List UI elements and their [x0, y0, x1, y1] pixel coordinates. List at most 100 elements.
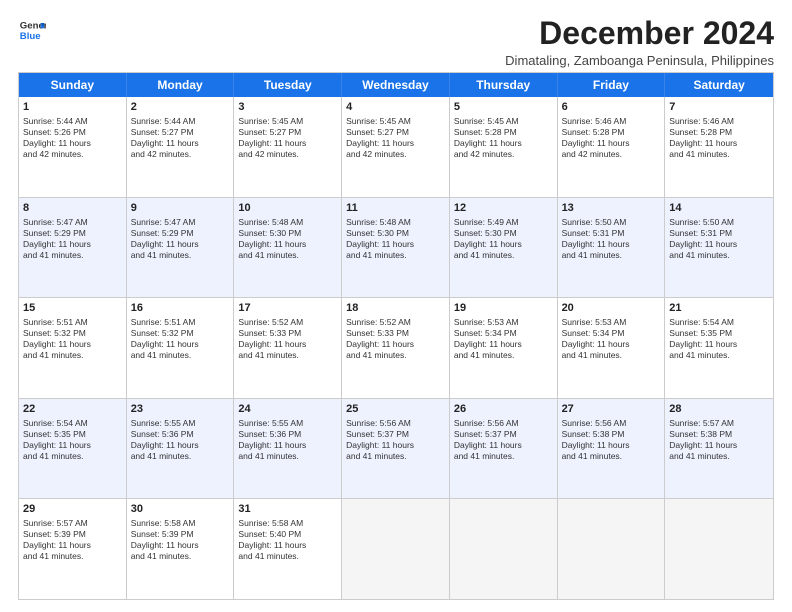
minutes-text: and 41 minutes.: [238, 250, 337, 261]
header: General Blue December 2024 Dimataling, Z…: [18, 16, 774, 68]
header-monday: Monday: [127, 73, 235, 97]
cal-cell-r2-c3: 18Sunrise: 5:52 AMSunset: 5:33 PMDayligh…: [342, 298, 450, 398]
day-number: 17: [238, 301, 337, 316]
minutes-text: and 41 minutes.: [238, 350, 337, 361]
minutes-text: and 41 minutes.: [346, 350, 445, 361]
daylight-text: Daylight: 11 hours: [238, 339, 337, 350]
daylight-text: Daylight: 11 hours: [669, 440, 769, 451]
day-number: 22: [23, 402, 122, 417]
minutes-text: and 41 minutes.: [238, 451, 337, 462]
cal-cell-r0-c1: 2Sunrise: 5:44 AMSunset: 5:27 PMDaylight…: [127, 97, 235, 197]
cal-cell-r3-c4: 26Sunrise: 5:56 AMSunset: 5:37 PMDayligh…: [450, 399, 558, 499]
cal-row-2: 15Sunrise: 5:51 AMSunset: 5:32 PMDayligh…: [19, 298, 773, 399]
sunset-text: Sunset: 5:29 PM: [131, 228, 230, 239]
daylight-text: Daylight: 11 hours: [562, 339, 661, 350]
minutes-text: and 41 minutes.: [669, 149, 769, 160]
day-number: 2: [131, 100, 230, 115]
sunrise-text: Sunrise: 5:52 AM: [346, 317, 445, 328]
day-number: 12: [454, 201, 553, 216]
title-block: December 2024 Dimataling, Zamboanga Peni…: [505, 16, 774, 68]
day-number: 23: [131, 402, 230, 417]
sunrise-text: Sunrise: 5:52 AM: [238, 317, 337, 328]
day-number: 10: [238, 201, 337, 216]
daylight-text: Daylight: 11 hours: [669, 239, 769, 250]
cal-cell-r4-c4: [450, 499, 558, 599]
minutes-text: and 42 minutes.: [562, 149, 661, 160]
cal-cell-r4-c1: 30Sunrise: 5:58 AMSunset: 5:39 PMDayligh…: [127, 499, 235, 599]
sunset-text: Sunset: 5:37 PM: [346, 429, 445, 440]
cal-row-4: 29Sunrise: 5:57 AMSunset: 5:39 PMDayligh…: [19, 499, 773, 599]
daylight-text: Daylight: 11 hours: [238, 138, 337, 149]
cal-cell-r2-c4: 19Sunrise: 5:53 AMSunset: 5:34 PMDayligh…: [450, 298, 558, 398]
header-wednesday: Wednesday: [342, 73, 450, 97]
sunset-text: Sunset: 5:28 PM: [454, 127, 553, 138]
sunrise-text: Sunrise: 5:55 AM: [131, 418, 230, 429]
sunset-text: Sunset: 5:36 PM: [238, 429, 337, 440]
minutes-text: and 41 minutes.: [454, 350, 553, 361]
minutes-text: and 42 minutes.: [454, 149, 553, 160]
sunset-text: Sunset: 5:31 PM: [669, 228, 769, 239]
sunrise-text: Sunrise: 5:50 AM: [669, 217, 769, 228]
cal-cell-r3-c3: 25Sunrise: 5:56 AMSunset: 5:37 PMDayligh…: [342, 399, 450, 499]
cal-cell-r2-c5: 20Sunrise: 5:53 AMSunset: 5:34 PMDayligh…: [558, 298, 666, 398]
day-number: 28: [669, 402, 769, 417]
day-number: 6: [562, 100, 661, 115]
day-number: 18: [346, 301, 445, 316]
sunset-text: Sunset: 5:36 PM: [131, 429, 230, 440]
sunrise-text: Sunrise: 5:47 AM: [23, 217, 122, 228]
sunset-text: Sunset: 5:28 PM: [562, 127, 661, 138]
day-number: 11: [346, 201, 445, 216]
daylight-text: Daylight: 11 hours: [238, 239, 337, 250]
day-number: 7: [669, 100, 769, 115]
day-number: 4: [346, 100, 445, 115]
day-number: 3: [238, 100, 337, 115]
sunset-text: Sunset: 5:35 PM: [669, 328, 769, 339]
minutes-text: and 41 minutes.: [669, 250, 769, 261]
daylight-text: Daylight: 11 hours: [346, 138, 445, 149]
day-number: 24: [238, 402, 337, 417]
daylight-text: Daylight: 11 hours: [238, 440, 337, 451]
daylight-text: Daylight: 11 hours: [562, 239, 661, 250]
sunrise-text: Sunrise: 5:44 AM: [131, 116, 230, 127]
cal-cell-r4-c0: 29Sunrise: 5:57 AMSunset: 5:39 PMDayligh…: [19, 499, 127, 599]
sunset-text: Sunset: 5:30 PM: [238, 228, 337, 239]
daylight-text: Daylight: 11 hours: [346, 440, 445, 451]
day-number: 26: [454, 402, 553, 417]
cal-cell-r4-c3: [342, 499, 450, 599]
day-number: 27: [562, 402, 661, 417]
header-saturday: Saturday: [665, 73, 773, 97]
logo-icon: General Blue: [18, 16, 46, 44]
sunrise-text: Sunrise: 5:54 AM: [23, 418, 122, 429]
daylight-text: Daylight: 11 hours: [23, 239, 122, 250]
sunrise-text: Sunrise: 5:55 AM: [238, 418, 337, 429]
sunrise-text: Sunrise: 5:56 AM: [346, 418, 445, 429]
sunset-text: Sunset: 5:28 PM: [669, 127, 769, 138]
cal-row-3: 22Sunrise: 5:54 AMSunset: 5:35 PMDayligh…: [19, 399, 773, 500]
cal-cell-r0-c2: 3Sunrise: 5:45 AMSunset: 5:27 PMDaylight…: [234, 97, 342, 197]
cal-cell-r0-c3: 4Sunrise: 5:45 AMSunset: 5:27 PMDaylight…: [342, 97, 450, 197]
daylight-text: Daylight: 11 hours: [131, 138, 230, 149]
daylight-text: Daylight: 11 hours: [131, 239, 230, 250]
logo: General Blue: [18, 16, 46, 44]
day-number: 9: [131, 201, 230, 216]
minutes-text: and 41 minutes.: [23, 451, 122, 462]
daylight-text: Daylight: 11 hours: [454, 440, 553, 451]
cal-cell-r1-c0: 8Sunrise: 5:47 AMSunset: 5:29 PMDaylight…: [19, 198, 127, 298]
sunset-text: Sunset: 5:32 PM: [23, 328, 122, 339]
page: General Blue December 2024 Dimataling, Z…: [0, 0, 792, 612]
daylight-text: Daylight: 11 hours: [562, 138, 661, 149]
sunrise-text: Sunrise: 5:46 AM: [669, 116, 769, 127]
daylight-text: Daylight: 11 hours: [131, 339, 230, 350]
sunrise-text: Sunrise: 5:48 AM: [346, 217, 445, 228]
sunset-text: Sunset: 5:33 PM: [346, 328, 445, 339]
minutes-text: and 42 minutes.: [346, 149, 445, 160]
sunset-text: Sunset: 5:31 PM: [562, 228, 661, 239]
daylight-text: Daylight: 11 hours: [131, 440, 230, 451]
header-friday: Friday: [558, 73, 666, 97]
cal-cell-r1-c4: 12Sunrise: 5:49 AMSunset: 5:30 PMDayligh…: [450, 198, 558, 298]
day-number: 8: [23, 201, 122, 216]
day-number: 16: [131, 301, 230, 316]
day-number: 25: [346, 402, 445, 417]
daylight-text: Daylight: 11 hours: [669, 138, 769, 149]
header-thursday: Thursday: [450, 73, 558, 97]
